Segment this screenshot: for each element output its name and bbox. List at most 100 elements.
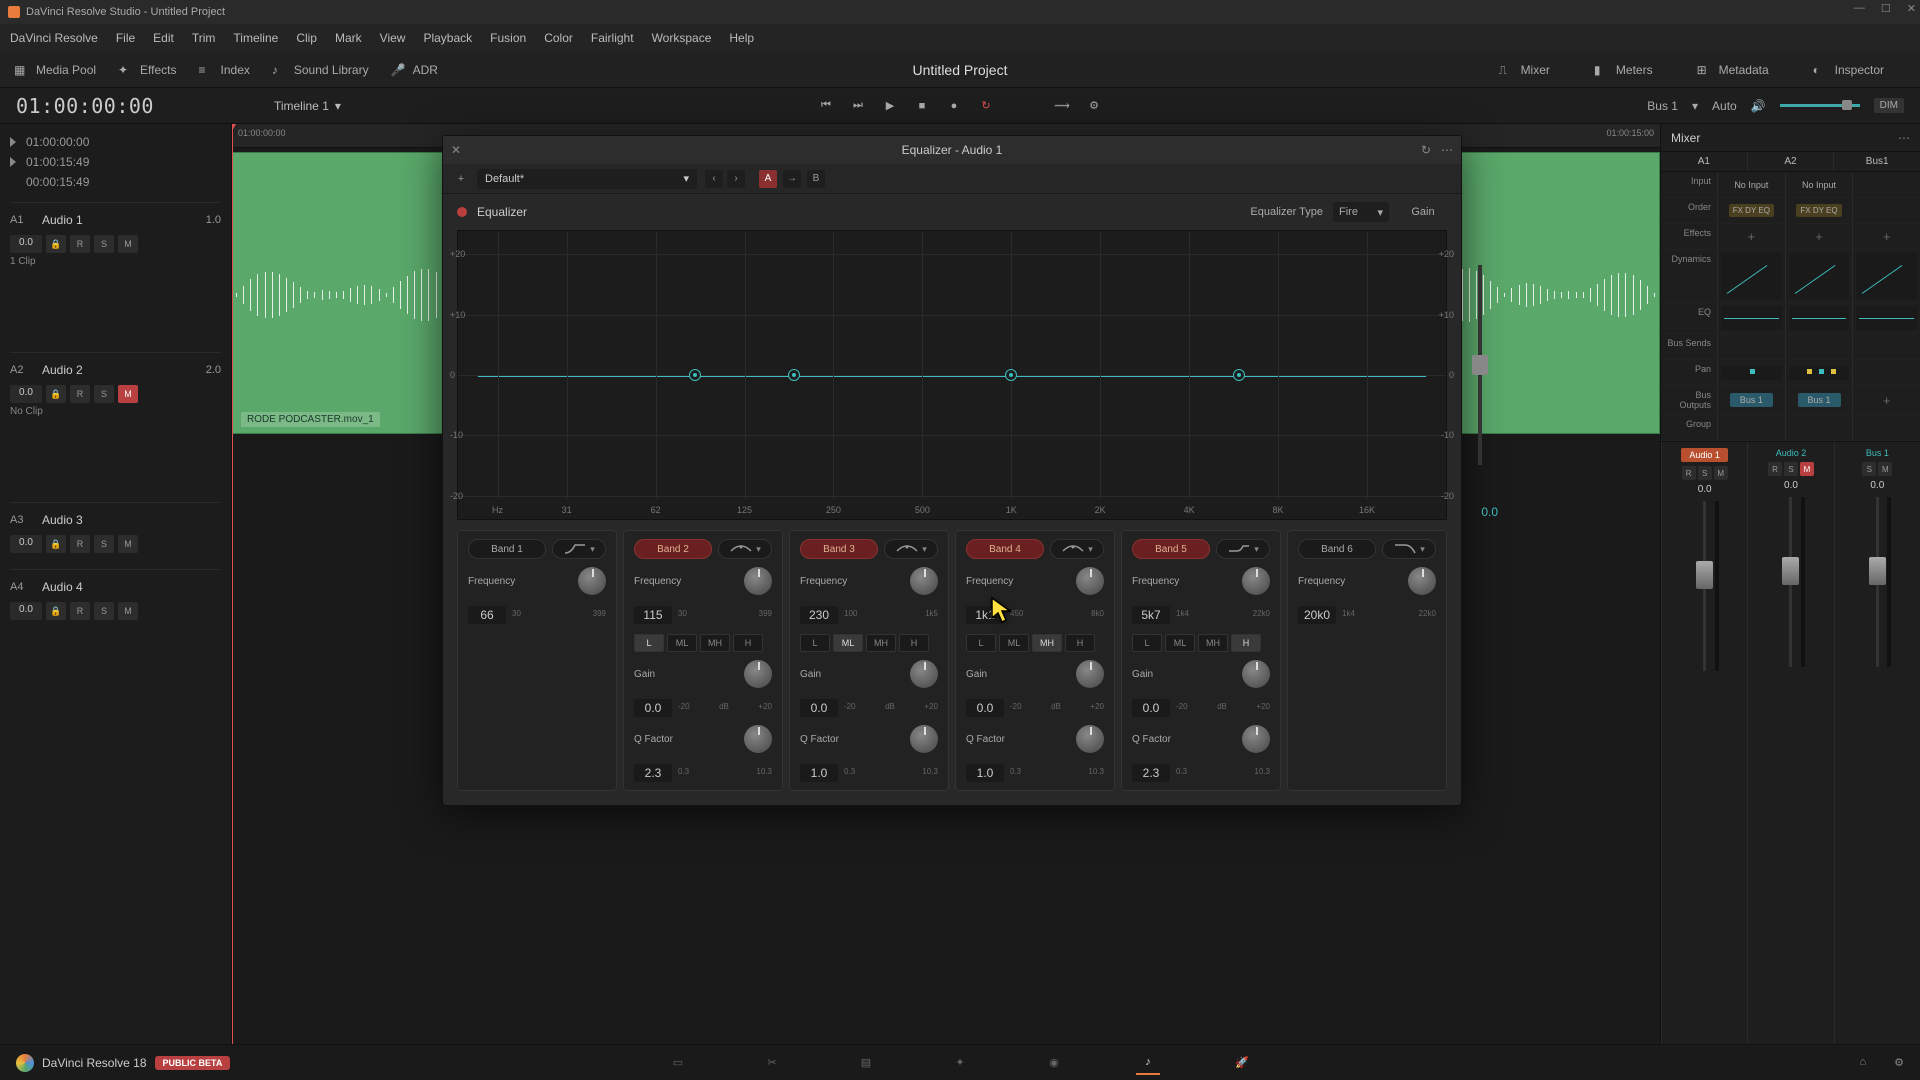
- track-name[interactable]: Audio 2: [42, 363, 200, 377]
- automation-mode[interactable]: Auto: [1712, 99, 1737, 113]
- solo-button[interactable]: S: [94, 385, 114, 403]
- fader-name[interactable]: Audio 1: [1681, 448, 1728, 462]
- filter-type-dropdown[interactable]: ▾: [718, 539, 772, 559]
- eq-mini[interactable]: [1852, 303, 1920, 333]
- fairlight-page-tab[interactable]: ♪: [1136, 1051, 1160, 1075]
- more-icon[interactable]: ⋯: [1898, 131, 1910, 145]
- timeline-selector[interactable]: Timeline 1▾: [274, 99, 341, 113]
- lock-button[interactable]: 🔒: [46, 385, 66, 403]
- more-icon[interactable]: ⋯: [1441, 143, 1453, 157]
- eq-band-point[interactable]: [689, 369, 701, 381]
- record-button[interactable]: ●: [945, 97, 963, 115]
- mute-button[interactable]: M: [118, 385, 138, 403]
- track-name[interactable]: Audio 3: [42, 513, 215, 527]
- ab-b-button[interactable]: B: [807, 170, 825, 188]
- dynamics-mini[interactable]: [1717, 250, 1785, 302]
- frequency-value[interactable]: 66: [468, 606, 506, 624]
- pan-control[interactable]: [1717, 360, 1785, 385]
- timecode-marker[interactable]: 01:00:15:49: [10, 152, 221, 172]
- range-button[interactable]: MH: [1032, 634, 1062, 652]
- fader-name[interactable]: Bus 1: [1866, 448, 1889, 458]
- fusion-page-tab[interactable]: ✦: [948, 1051, 972, 1075]
- fader[interactable]: [1789, 497, 1792, 667]
- range-button[interactable]: L: [800, 634, 830, 652]
- menu-item[interactable]: DaVinci Resolve: [10, 31, 98, 45]
- eq-band-point[interactable]: [1233, 369, 1245, 381]
- solo-button[interactable]: S: [94, 602, 114, 620]
- menu-item[interactable]: Timeline: [233, 31, 278, 45]
- lock-button[interactable]: 🔒: [46, 535, 66, 553]
- sound-library-button[interactable]: ♪Sound Library: [272, 63, 369, 77]
- timecode-marker[interactable]: 01:00:00:00: [10, 132, 221, 152]
- record-arm-button[interactable]: R: [70, 602, 90, 620]
- add-preset-button[interactable]: +: [453, 171, 469, 187]
- range-button[interactable]: H: [1065, 634, 1095, 652]
- ab-a-button[interactable]: A: [759, 170, 777, 188]
- volume-slider[interactable]: [1780, 104, 1860, 107]
- fader-value[interactable]: 0.0: [1870, 480, 1884, 491]
- playhead[interactable]: [232, 124, 233, 1044]
- reset-icon[interactable]: ↻: [1421, 143, 1431, 157]
- band-enable-button[interactable]: Band 3: [800, 539, 878, 559]
- range-button[interactable]: ML: [1165, 634, 1195, 652]
- solo-button[interactable]: S: [1784, 462, 1798, 476]
- inspector-button[interactable]: ◐Inspector: [1813, 63, 1884, 77]
- filter-type-dropdown[interactable]: ▾: [884, 539, 938, 559]
- solo-button[interactable]: S: [94, 235, 114, 253]
- filter-type-dropdown[interactable]: ▾: [552, 539, 606, 559]
- q-knob[interactable]: [1242, 725, 1270, 753]
- input-select[interactable]: No Input: [1785, 172, 1853, 197]
- q-value[interactable]: 2.3: [1132, 764, 1170, 782]
- track-header[interactable]: A1 Audio 1 1.0 0.0 🔒 R S M 1 Clip: [10, 202, 221, 342]
- dynamics-mini[interactable]: [1785, 250, 1853, 302]
- menu-item[interactable]: Color: [544, 31, 573, 45]
- range-button[interactable]: H: [899, 634, 929, 652]
- input-select[interactable]: No Input: [1717, 172, 1785, 197]
- range-button[interactable]: H: [1231, 634, 1261, 652]
- gain-knob[interactable]: [1242, 660, 1270, 688]
- q-knob[interactable]: [1076, 725, 1104, 753]
- record-arm-button[interactable]: R: [1682, 466, 1696, 480]
- lock-button[interactable]: 🔒: [46, 235, 66, 253]
- mute-button[interactable]: M: [1714, 466, 1728, 480]
- record-arm-button[interactable]: R: [1768, 462, 1782, 476]
- track-volume[interactable]: 0.0: [10, 602, 42, 620]
- close-icon[interactable]: ✕: [1907, 2, 1916, 15]
- menu-item[interactable]: View: [380, 31, 406, 45]
- record-arm-button[interactable]: R: [70, 235, 90, 253]
- band-enable-button[interactable]: Band 1: [468, 539, 546, 559]
- range-button[interactable]: MH: [700, 634, 730, 652]
- solo-button[interactable]: S: [1698, 466, 1712, 480]
- track-header[interactable]: A4 Audio 4 0.0 🔒 R S M: [10, 569, 221, 626]
- filter-type-dropdown[interactable]: ▾: [1216, 539, 1270, 559]
- fader[interactable]: [1876, 497, 1879, 667]
- effects-button[interactable]: ✦Effects: [118, 63, 176, 77]
- edit-page-tab[interactable]: ▤: [854, 1051, 878, 1075]
- range-button[interactable]: MH: [1198, 634, 1228, 652]
- fader-name[interactable]: Audio 2: [1776, 448, 1807, 458]
- media-pool-button[interactable]: ▦Media Pool: [14, 63, 96, 77]
- track-header[interactable]: A3 Audio 3 0.0 🔒 R S M: [10, 502, 221, 559]
- menu-item[interactable]: Mark: [335, 31, 362, 45]
- dynamics-mini[interactable]: [1852, 250, 1920, 302]
- menu-item[interactable]: Help: [729, 31, 754, 45]
- q-value[interactable]: 1.0: [800, 764, 838, 782]
- range-button[interactable]: L: [1132, 634, 1162, 652]
- q-value[interactable]: 2.3: [634, 764, 672, 782]
- band-enable-button[interactable]: Band 4: [966, 539, 1044, 559]
- add-bus-button[interactable]: +: [1852, 386, 1920, 414]
- speaker-icon[interactable]: 🔊: [1751, 99, 1766, 113]
- range-button[interactable]: ML: [833, 634, 863, 652]
- q-knob[interactable]: [910, 725, 938, 753]
- order-cell[interactable]: FX DY EQ: [1785, 198, 1853, 223]
- frequency-knob[interactable]: [578, 567, 606, 595]
- index-button[interactable]: ≡Index: [199, 63, 250, 77]
- maximize-icon[interactable]: ☐: [1881, 2, 1891, 15]
- settings-icon[interactable]: ⚙: [1085, 97, 1103, 115]
- track-volume[interactable]: 0.0: [10, 235, 42, 253]
- frequency-value[interactable]: 115: [634, 606, 672, 624]
- band-enable-button[interactable]: Band 6: [1298, 539, 1376, 559]
- menu-item[interactable]: Clip: [296, 31, 317, 45]
- deliver-page-tab[interactable]: 🚀: [1230, 1051, 1254, 1075]
- range-button[interactable]: H: [733, 634, 763, 652]
